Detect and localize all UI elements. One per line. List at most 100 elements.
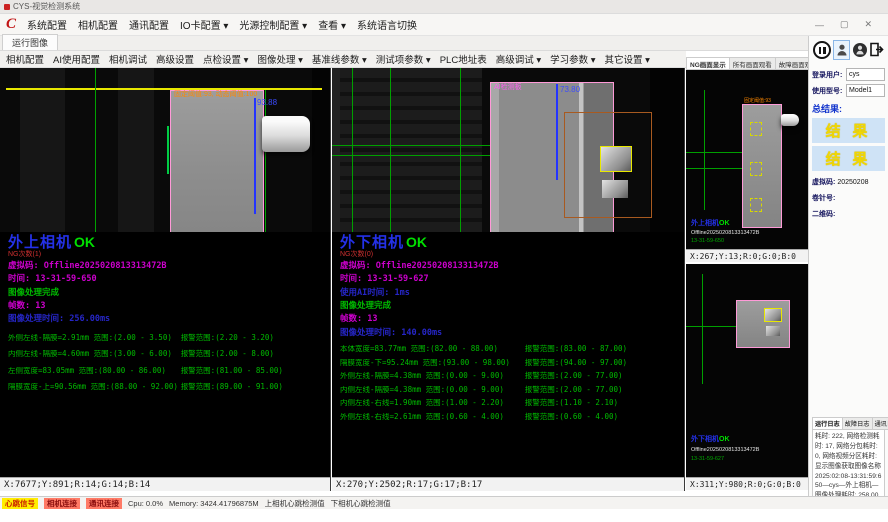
menu-light-control-config[interactable]: 光源控制配置 ▾ (239, 17, 307, 32)
login-user-input[interactable]: cys (846, 68, 885, 81)
time-line: 时间: 13-31-59-650 (8, 275, 322, 284)
processing-time-line: 图像处理时间: 256.00ms (8, 315, 322, 324)
cell-region-outline (742, 104, 782, 228)
processing-time-line: 图像处理时间: 140.00ms (340, 329, 676, 338)
cell-region-outline (170, 90, 264, 232)
upper-pixel-coords: X:7677;Y:891;R:14;G:14;B:14 (0, 477, 330, 491)
tab-fault-log[interactable]: 故障日志 (843, 417, 873, 430)
tool-ai-usage-config[interactable]: AI使用配置 (53, 52, 100, 66)
tool-baseline-params[interactable]: 基准线参数 ▾ (312, 52, 367, 66)
tool-camera-debug[interactable]: 相机调试 (109, 52, 147, 66)
baseline-yellow-line (6, 88, 322, 90)
tool-image-processing[interactable]: 图像处理 ▾ (257, 52, 302, 66)
current-user-icon[interactable] (833, 40, 850, 60)
thumbnail-tabs: NG画面显示 所有画面观看 故障画面观看 (686, 57, 808, 70)
reference-green-line (95, 68, 96, 232)
measurement-row: 本体宽度=83.77mm 范围:(82.00 - 88.00)报警范围:(83.… (340, 345, 676, 353)
bright-feature (766, 326, 780, 336)
metal-tab-region (262, 116, 310, 152)
needle-label: 卷针号: (812, 193, 835, 203)
camera-connection-badge: 相机连接 (44, 498, 80, 509)
threshold-label: 固定阈值:93, 动态阈值:100 (174, 91, 257, 98)
menu-language-switch[interactable]: 系统语言切换 (357, 17, 417, 32)
camera-title: 外下相机OK (340, 235, 676, 250)
tool-advanced-debug[interactable]: 高级调试 ▾ (496, 52, 541, 66)
window-title: CYS-视觉检测系统 (13, 1, 80, 12)
measurement-row: 外侧左线-隔膜=2.91mm 范围:(2.00 - 3.50)报警范围:(2.2… (8, 334, 322, 342)
minimize-icon[interactable]: — (815, 20, 824, 30)
model-input[interactable]: Model1 (846, 84, 885, 97)
ai-region-label: AI检测板 (494, 84, 522, 91)
reference-green-line (704, 90, 705, 210)
reference-green-line (332, 145, 492, 146)
memory-usage: Memory: 3424.41796875M (169, 499, 259, 508)
lower-camera-heartbeat: 下相机心跳检测值 (331, 498, 391, 509)
menu-comm-config[interactable]: 通讯配置 (129, 17, 169, 32)
tab-run-image[interactable]: 运行图像 (2, 34, 58, 50)
reference-green-line (352, 68, 353, 232)
menu-system-config[interactable]: 系统配置 (27, 17, 67, 32)
tool-advanced-settings[interactable]: 高级设置 (156, 52, 194, 66)
ai-time-line: 使用AI时间: 1ms (340, 289, 676, 298)
processing-done-line: 图像处理完成 (8, 289, 322, 298)
virtual-code-line: 虚拟码: Offline2025020813313472B (8, 262, 322, 271)
menu-io-card-config[interactable]: IO卡配置 ▾ (180, 17, 228, 32)
reference-green-line (265, 90, 266, 232)
window-controls: — ▢ ✕ (815, 19, 872, 30)
image-band (20, 68, 65, 232)
app-icon (4, 4, 10, 10)
result-display-upper: 结 果 (812, 118, 885, 143)
reference-green-line (390, 68, 391, 232)
tool-test-params[interactable]: 测试项参数 ▾ (376, 52, 431, 66)
tool-other-settings[interactable]: 其它设置 ▾ (605, 52, 650, 66)
reference-green-line (686, 152, 744, 153)
feature-yellow-box (750, 162, 762, 176)
processing-done-line: 图像处理完成 (340, 302, 676, 311)
close-icon[interactable]: ✕ (864, 19, 872, 30)
thumb-camera-title: 外下相机OK (691, 436, 730, 443)
side-panel: 登录用户: cys 使用型号: Model1 总结果: 结 果 结 果 虚拟码:… (808, 36, 888, 509)
virtual-code-line: 虚拟码: Offline2025020813313472B (340, 262, 676, 271)
measurement-list: 本体宽度=83.77mm 范围:(82.00 - 88.00)报警范围:(83.… (340, 345, 676, 420)
tool-learning-params[interactable]: 学习参数 ▾ (550, 52, 595, 66)
measurement-row: 隔膜宽度-上=90.56mm 范围:(88.00 - 92.00)报警范围:(8… (8, 383, 322, 391)
menu-camera-config[interactable]: 相机配置 (78, 17, 118, 32)
logout-icon[interactable] (869, 42, 884, 59)
bright-feature (602, 180, 628, 198)
virtual-code-label: 虚拟码: (812, 177, 835, 187)
qr-field: 二维码: (812, 209, 885, 219)
ok-status: OK (406, 234, 427, 250)
pause-icon[interactable] (813, 41, 831, 59)
login-user-label: 登录用户: (812, 70, 846, 80)
thumbnail-upper-camera[interactable]: 固定阈值:93 外上相机OK Offline2025020813313472B … (686, 70, 808, 262)
user-account-icon[interactable] (853, 43, 867, 57)
measure-value-label: 93.88 (257, 99, 277, 107)
tab-ng-display[interactable]: NG画面显示 (686, 57, 730, 70)
control-icons (812, 38, 885, 65)
reference-green-line (686, 326, 736, 327)
tool-spot-check[interactable]: 点检设置 ▾ (203, 52, 248, 66)
frame-count-line: 帧数: 13 (340, 315, 676, 324)
measure-blue-line (254, 98, 256, 214)
thumbnail-image: 外下相机OK Offline2025020813313472B 13-31-59… (686, 264, 808, 477)
tool-camera-config[interactable]: 相机配置 (6, 52, 44, 66)
tab-run-log[interactable]: 运行日志 (812, 417, 843, 430)
log-text[interactable]: 耗时: 222, 网络检测耗时: 17, 网络分包耗时: 0, 网络视频分区耗时… (812, 430, 885, 503)
image-band (332, 68, 340, 232)
lower-inspection-image[interactable]: AI检测板 73.80 (332, 68, 684, 232)
tab-all-views[interactable]: 所有画面观看 (730, 57, 776, 70)
thumb-code-line: Offline2025020813313472B (691, 448, 759, 454)
upper-inspection-image[interactable]: 固定阈值:93, 动态阈值:100 93.88 (0, 68, 330, 232)
thumb-pixel-coords: X:311;Y:980;R:0;G:0;B:0 (686, 477, 808, 490)
model-label: 使用型号: (812, 86, 846, 96)
log-block: 运行日志 故障日志 通讯日志 耗时: 222, 网络检测耗时: 17, 网络分包… (812, 417, 885, 503)
maximize-icon[interactable]: ▢ (840, 19, 849, 30)
reference-green-line (332, 155, 492, 156)
menu-view[interactable]: 查看 ▾ (318, 17, 346, 32)
metal-tab-region (781, 114, 799, 126)
upper-camera-heartbeat: 上相机心跳检测值 (265, 498, 325, 509)
ng-count: NG次数(1) (8, 251, 322, 258)
tool-plc-address-table[interactable]: PLC地址表 (440, 52, 487, 66)
thumbnail-lower-camera[interactable]: 外下相机OK Offline2025020813313472B 13-31-59… (686, 264, 808, 490)
tab-comm-log[interactable]: 通讯日志 (873, 417, 888, 430)
